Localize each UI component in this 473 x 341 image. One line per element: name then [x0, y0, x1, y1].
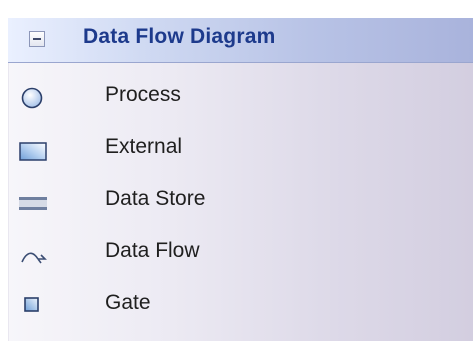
toolbox-item-label: Data Flow [105, 239, 200, 262]
toolbox-panel: Data Flow Diagram Process External Data … [8, 18, 473, 341]
toolbox-item-external[interactable]: External [8, 124, 473, 174]
toolbox-item-gate[interactable]: Gate [8, 280, 473, 330]
toolbox-item-label: External [105, 135, 183, 158]
toolbox-item-label: Data Store [105, 187, 206, 210]
data-store-icon [19, 195, 47, 213]
toolbox-section-header[interactable]: Data Flow Diagram [8, 18, 473, 63]
external-entity-icon [19, 142, 47, 161]
gate-square-icon [24, 297, 40, 313]
toolbox-item-label: Gate [105, 291, 151, 314]
toolbox-window: Data Flow Diagram Process External Data … [0, 0, 473, 341]
toolbox-item-data-store[interactable]: Data Store [8, 176, 473, 226]
toolbox-item-data-flow[interactable]: Data Flow [8, 228, 473, 278]
minus-box-icon[interactable] [29, 31, 45, 47]
data-flow-arrow-icon [21, 249, 49, 265]
section-title: Data Flow Diagram [83, 25, 276, 48]
process-circle-icon [21, 87, 43, 109]
toolbox-item-process[interactable]: Process [8, 72, 473, 122]
toolbox-item-label: Process [105, 83, 181, 106]
